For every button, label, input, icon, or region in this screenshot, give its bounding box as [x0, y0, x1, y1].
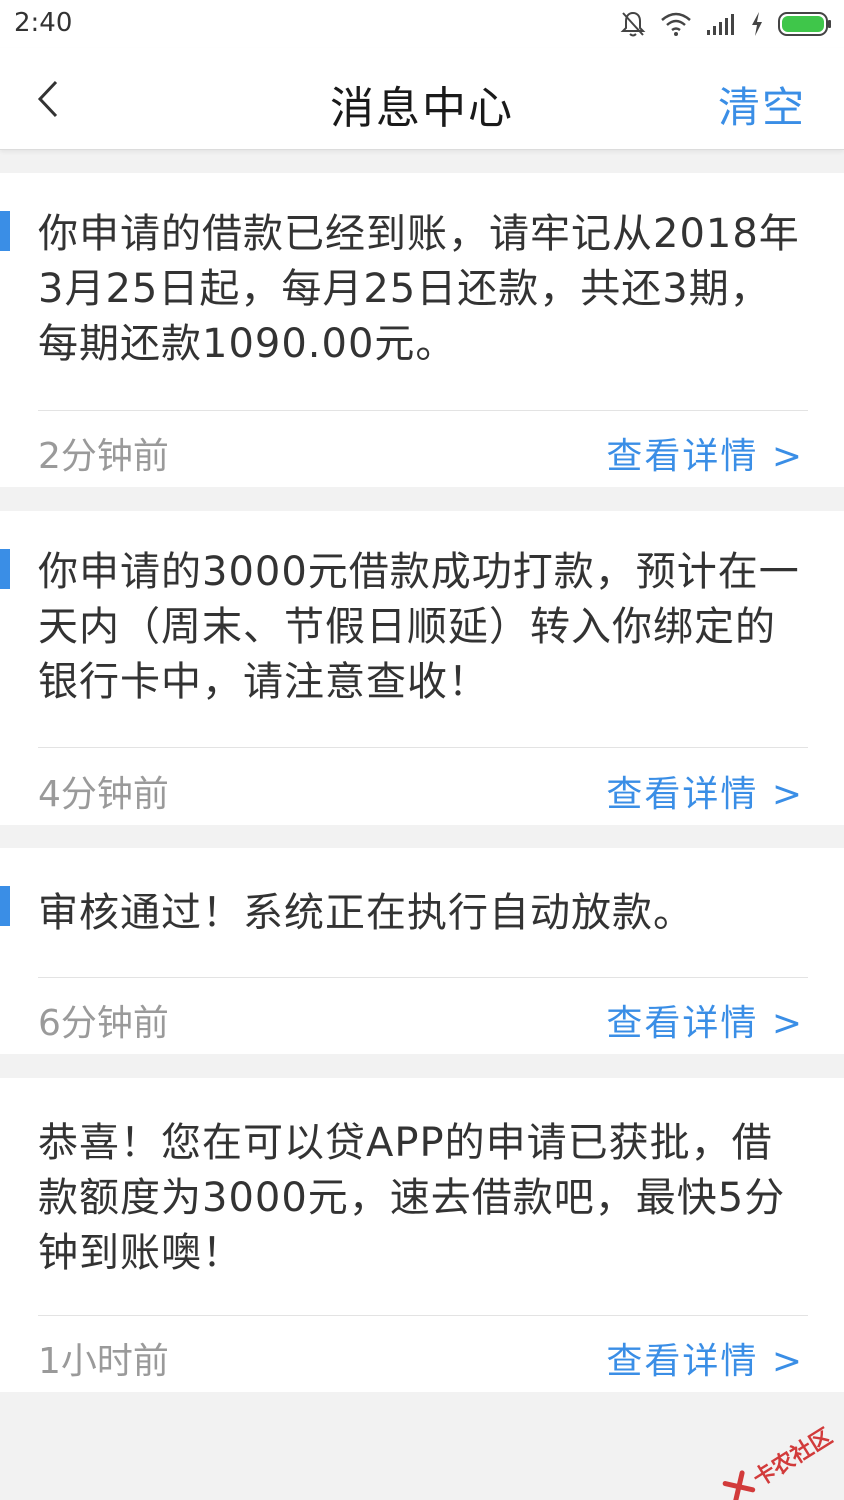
watermark: 卡农社区	[720, 1419, 837, 1500]
unread-marker	[0, 549, 10, 589]
message-text: 审核通过！系统正在执行自动放款。	[38, 890, 694, 936]
divider	[38, 1315, 808, 1316]
divider	[38, 977, 808, 978]
view-details-link[interactable]: 查看详情 >	[606, 765, 804, 817]
signal-icon	[706, 12, 736, 36]
battery-icon	[778, 11, 832, 37]
message-time: 4分钟前	[38, 774, 169, 815]
message-text: 恭喜！您在可以贷APP的申请已获批，借款额度为3000元，速去借款吧，最快5分钟…	[38, 1120, 786, 1276]
unread-marker	[0, 886, 10, 926]
unread-marker	[0, 211, 10, 251]
status-icons	[620, 8, 832, 40]
divider	[38, 410, 808, 411]
message-time: 1小时前	[38, 1341, 169, 1382]
status-time: 2:40	[14, 8, 73, 38]
status-bar: 2:40	[0, 0, 844, 48]
message-time: 6分钟前	[38, 1003, 169, 1044]
message-card[interactable]: 你申请的借款已经到账，请牢记从2018年3月25日起，每月25日还款，共还3期，…	[0, 173, 844, 487]
view-details-link[interactable]: 查看详情 >	[606, 427, 804, 479]
watermark-text: 卡农社区	[749, 1424, 837, 1493]
charging-icon	[750, 11, 764, 37]
bell-muted-icon	[620, 10, 646, 38]
header-bar: 消息中心 清空	[0, 48, 844, 150]
message-card[interactable]: 恭喜！您在可以贷APP的申请已获批，借款额度为3000元，速去借款吧，最快5分钟…	[0, 1078, 844, 1392]
message-card[interactable]: 你申请的3000元借款成功打款，预计在一天内（周末、节假日顺延）转入你绑定的银行…	[0, 511, 844, 825]
view-details-link[interactable]: 查看详情 >	[606, 1332, 804, 1384]
message-text: 你申请的3000元借款成功打款，预计在一天内（周末、节假日顺延）转入你绑定的银行…	[38, 549, 800, 705]
divider	[38, 747, 808, 748]
view-details-link[interactable]: 查看详情 >	[606, 994, 804, 1046]
clear-button[interactable]: 清空	[718, 74, 806, 135]
message-card[interactable]: 审核通过！系统正在执行自动放款。 6分钟前 查看详情 >	[0, 848, 844, 1054]
message-text: 你申请的借款已经到账，请牢记从2018年3月25日起，每月25日还款，共还3期，…	[38, 211, 800, 367]
wifi-icon	[660, 11, 692, 37]
message-time: 2分钟前	[38, 436, 169, 477]
